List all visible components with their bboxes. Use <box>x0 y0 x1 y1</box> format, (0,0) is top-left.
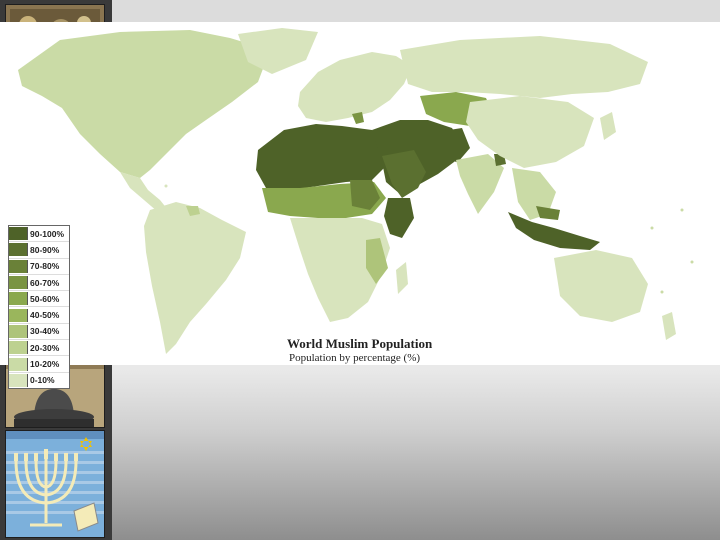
legend-swatch <box>9 357 28 371</box>
legend-swatch <box>9 341 28 355</box>
legend-item: 0-10% <box>9 373 69 388</box>
legend-label: 30-40% <box>30 326 60 337</box>
menorah-image <box>5 430 105 538</box>
legend-label: 90-100% <box>30 228 65 239</box>
world-map: 90-100% 80-90% 70-80% 60-70% 50-60% 40-5… <box>0 22 720 389</box>
legend-swatch <box>9 227 28 241</box>
legend-item: 60-70% <box>9 275 69 292</box>
legend-item: 80-90% <box>9 242 69 259</box>
legend-label: 60-70% <box>30 277 60 288</box>
legend-swatch <box>9 259 28 273</box>
legend-label: 40-50% <box>30 310 60 321</box>
legend-label: 0-10% <box>30 375 55 386</box>
legend-item: 40-50% <box>9 307 69 324</box>
map-canvas <box>0 22 720 365</box>
legend-item: 50-60% <box>9 291 69 308</box>
legend-label: 50-60% <box>30 293 60 304</box>
legend-label: 70-80% <box>30 261 60 272</box>
legend-item: 10-20% <box>9 356 69 373</box>
map-legend: 90-100% 80-90% 70-80% 60-70% 50-60% 40-5… <box>8 225 70 389</box>
legend-item: 70-80% <box>9 259 69 275</box>
legend-item: 20-30% <box>9 340 69 357</box>
region-russia <box>400 36 648 98</box>
legend-label: 80-90% <box>30 244 60 255</box>
legend-swatch <box>9 243 28 257</box>
legend-swatch <box>9 276 28 290</box>
legend-swatch <box>9 292 28 306</box>
legend-label: 20-30% <box>30 342 60 353</box>
legend-item: 90-100% <box>9 226 69 243</box>
legend-swatch <box>9 308 28 322</box>
map-title: World Muslim Population <box>287 336 433 351</box>
map-subtitle: Population by percentage (%) <box>289 352 421 364</box>
legend-label: 10-20% <box>30 359 60 370</box>
legend-item: 30-40% <box>9 324 69 341</box>
legend-swatch <box>9 324 28 338</box>
legend-swatch <box>9 373 28 387</box>
